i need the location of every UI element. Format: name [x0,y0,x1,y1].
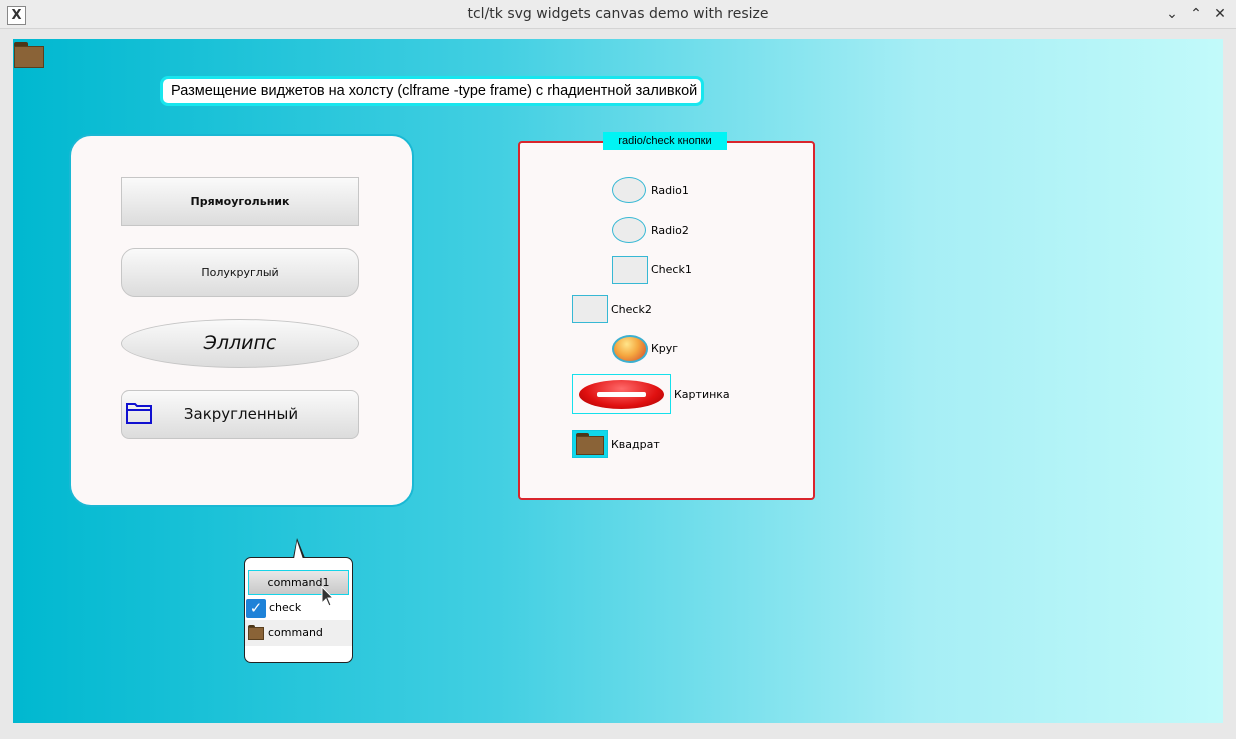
close-icon[interactable]: ✕ [1210,4,1230,24]
folder-icon [576,433,604,455]
check2-label[interactable]: Check2 [611,303,652,316]
circle-orb-icon[interactable] [612,335,648,363]
menu-item-command-label: command [268,626,323,639]
folder-icon [248,625,264,640]
circle-label[interactable]: Круг [651,342,678,355]
header-label: Размещение виджетов на холсту (clframe -… [160,76,704,106]
picture-label[interactable]: Картинка [674,388,730,401]
menu-item-check[interactable]: ✓ check [245,596,352,620]
square-label[interactable]: Квадрат [611,438,660,451]
mouse-cursor-icon [321,586,335,607]
window-titlebar: X tcl/tk svg widgets canvas demo with re… [0,0,1236,29]
radio2-label[interactable]: Radio2 [651,224,689,237]
menu-item-check-label: check [269,601,302,614]
square-radio[interactable] [572,430,608,458]
check2-box[interactable] [572,295,608,323]
folder-open-icon [126,403,152,424]
picture-radio[interactable] [572,374,671,414]
buttons-frame: Прямоугольник Полукруглый Эллипс Закругл… [69,134,414,507]
checkmark-icon: ✓ [246,599,266,618]
popup-menu: command1 ✓ check command [244,538,353,663]
maximize-icon[interactable]: ⌃ [1186,4,1206,24]
radio1-indicator[interactable] [612,177,646,203]
rectangle-button[interactable]: Прямоугольник [121,177,359,226]
check1-label[interactable]: Check1 [651,263,692,276]
semicircle-button[interactable]: Полукруглый [121,248,359,297]
minimize-icon[interactable]: ⌄ [1162,4,1182,24]
stop-sign-icon [579,380,664,409]
radio-panel-title: radio/check кнопки [603,132,727,150]
radio1-label[interactable]: Radio1 [651,184,689,197]
check1-box[interactable] [612,256,648,284]
window-title: tcl/tk svg widgets canvas demo with resi… [467,6,769,22]
folder-icon[interactable] [14,42,44,68]
rounded-button[interactable]: Закругленный [121,390,359,439]
rounded-button-label: Закругленный [183,405,299,423]
radio2-indicator[interactable] [612,217,646,243]
menu-item-command[interactable]: command [245,620,352,646]
ellipse-button[interactable]: Эллипс [121,319,359,368]
gradient-canvas: Размещение виджетов на холсту (clframe -… [13,39,1223,723]
radio-check-frame: radio/check кнопки Radio1 Radio2 Check1 … [518,132,815,500]
